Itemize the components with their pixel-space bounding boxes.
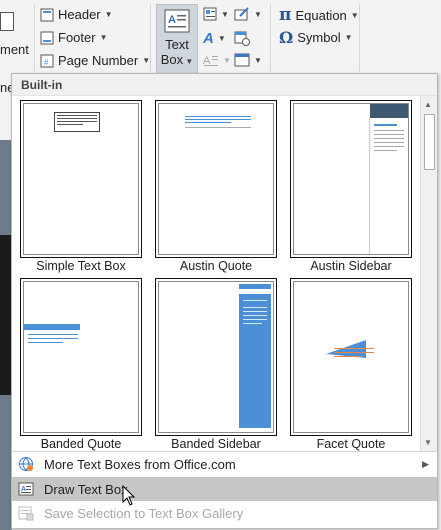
- chevron-down-icon: ▼: [350, 10, 359, 20]
- text-box-gallery: Simple Text Box Austin Quote Austin Side…: [12, 96, 420, 451]
- quick-parts-icon: [203, 7, 217, 21]
- gallery-item-banded-sidebar[interactable]: Banded Sidebar: [155, 278, 277, 451]
- gallery-item-banded-quote[interactable]: Banded Quote: [20, 278, 142, 451]
- gallery-item-austin-sidebar[interactable]: Austin Sidebar: [290, 100, 412, 273]
- wordart-icon: A: [203, 30, 214, 47]
- header-button[interactable]: Header ▼: [40, 7, 113, 22]
- gallery-item-label: Banded Quote: [40, 437, 122, 451]
- ribbon-left-icon: [0, 12, 14, 31]
- gallery-item-label: Austin Quote: [179, 259, 253, 273]
- text-box-label: Text: [165, 37, 189, 52]
- austin-quote-thumbnail: [155, 100, 277, 258]
- simple-text-box-thumbnail: [20, 100, 142, 258]
- chevron-down-icon: ▼: [221, 9, 229, 19]
- chevron-down-icon: ▼: [344, 33, 353, 42]
- ribbon-insert-tab: ment ne Header ▼ Footer ▼ # Page Number ▼ A…: [0, 0, 441, 95]
- globe-icon: [19, 457, 33, 471]
- pi-icon: π: [279, 5, 292, 25]
- banded-quote-thumbnail: [20, 278, 142, 436]
- text-box-icon: A: [164, 9, 190, 33]
- gallery-item-label: Banded Sidebar: [171, 437, 261, 451]
- gallery-item-label: Austin Sidebar: [310, 259, 392, 273]
- signature-line-icon: [234, 7, 249, 21]
- banded-sidebar-thumbnail: [155, 278, 277, 436]
- save-selection-label: Save Selection to Text Box Gallery: [44, 505, 244, 521]
- austin-sidebar-thumbnail: [290, 100, 412, 258]
- chevron-down-icon: ▼: [183, 57, 194, 66]
- drop-cap-icon: A: [203, 55, 218, 67]
- equation-button[interactable]: π Equation ▼: [279, 5, 359, 25]
- gallery-scrollbar[interactable]: ▲ ▼: [420, 96, 437, 451]
- scrollbar-thumb[interactable]: [424, 114, 435, 170]
- more-text-boxes-menu-item[interactable]: More Text Boxes from Office.com ▶: [12, 452, 437, 476]
- footer-label: Footer: [58, 30, 96, 45]
- svg-text:A: A: [21, 486, 26, 493]
- page-number-button[interactable]: # Page Number ▼: [40, 53, 150, 68]
- page-number-label: Page Number: [58, 53, 139, 68]
- wordart-button[interactable]: A ▼: [203, 30, 226, 47]
- save-selection-icon: [18, 506, 34, 521]
- scroll-up-icon[interactable]: ▲: [424, 100, 432, 109]
- calendar-clock-icon: [234, 31, 250, 46]
- chevron-down-icon: ▼: [223, 55, 231, 65]
- gallery-item-facet-quote[interactable]: Facet Quote: [290, 278, 412, 451]
- chevron-down-icon: ▼: [254, 55, 262, 65]
- ribbon-left-label: ment: [0, 42, 29, 57]
- equation-label: Equation: [295, 7, 347, 23]
- text-box-button[interactable]: A Text Box ▼: [156, 4, 198, 74]
- omega-icon: Ω: [279, 28, 294, 47]
- chevron-down-icon: ▼: [99, 33, 108, 42]
- header-label: Header: [58, 7, 101, 22]
- header-icon: [40, 8, 54, 21]
- more-text-boxes-label: More Text Boxes from Office.com: [44, 456, 236, 472]
- gallery-item-simple-text-box[interactable]: Simple Text Box: [20, 100, 142, 273]
- submenu-arrow-icon: ▶: [422, 458, 429, 469]
- chevron-down-icon: ▼: [142, 56, 151, 65]
- text-box-label-2: Box: [160, 52, 184, 67]
- svg-text:A: A: [168, 14, 176, 26]
- save-selection-menu-item[interactable]: Save Selection to Text Box Gallery: [12, 501, 437, 525]
- draw-text-box-icon: A: [18, 482, 34, 496]
- ribbon-separator: [270, 4, 271, 72]
- gallery-item-label: Facet Quote: [316, 437, 386, 451]
- footer-icon: [40, 31, 54, 44]
- symbol-button[interactable]: Ω Symbol ▼: [279, 28, 353, 47]
- ribbon-separator: [150, 4, 151, 72]
- symbol-label: Symbol: [297, 30, 341, 45]
- signature-line-button[interactable]: ▼: [234, 7, 262, 21]
- facet-quote-thumbnail: [290, 278, 412, 436]
- svg-text:#: #: [44, 58, 49, 67]
- mouse-cursor-icon: [122, 485, 136, 506]
- chevron-down-icon: ▼: [104, 10, 113, 19]
- chevron-down-icon: ▼: [217, 34, 226, 43]
- text-box-dropdown: Built-in Simple Text Box Austin Quote Au…: [11, 73, 438, 529]
- gallery-item-label: Simple Text Box: [36, 259, 126, 273]
- built-in-section-header: Built-in: [12, 74, 437, 96]
- footer-button[interactable]: Footer ▼: [40, 30, 108, 45]
- quick-parts-button[interactable]: ▼: [203, 7, 229, 21]
- object-icon: [234, 53, 250, 67]
- draw-text-box-label: Draw Text Box: [44, 481, 128, 497]
- page-number-icon: #: [40, 54, 54, 67]
- object-button[interactable]: ▼: [234, 53, 262, 67]
- draw-text-box-menu-item[interactable]: A Draw Text Box: [12, 477, 437, 501]
- scroll-down-icon[interactable]: ▼: [424, 438, 432, 447]
- ribbon-separator: [359, 4, 360, 72]
- gallery-item-austin-quote[interactable]: Austin Quote: [155, 100, 277, 273]
- date-time-button[interactable]: [234, 30, 250, 46]
- drop-cap-button[interactable]: A ▼: [203, 53, 231, 67]
- chevron-down-icon: ▼: [254, 9, 262, 19]
- ribbon-separator: [34, 4, 35, 72]
